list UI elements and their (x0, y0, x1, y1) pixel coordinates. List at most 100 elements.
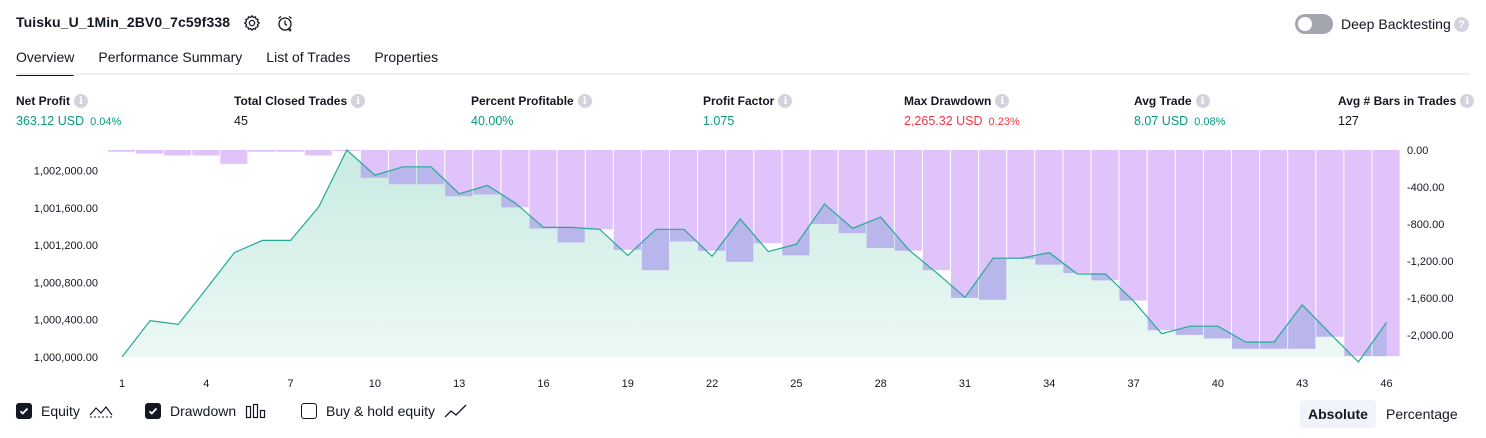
metric-percent: 0.08% (1194, 116, 1226, 128)
info-icon[interactable]: i (778, 94, 793, 108)
metric-percent: 0.23% (988, 116, 1020, 128)
y-axis-right-tick: 0.00 (1407, 145, 1428, 157)
metric-total-closed-trades: Total Closed Trades i 45 (234, 94, 366, 128)
drawdown-bar (192, 150, 220, 156)
y-axis-right-tick: -1,600.00 (1407, 293, 1453, 305)
equity-label: Equity (41, 403, 80, 419)
tab-properties[interactable]: Properties (374, 40, 438, 75)
x-axis-tick: 25 (790, 378, 802, 390)
drawdown-bar (698, 150, 726, 251)
x-axis-tick: 1 (119, 378, 125, 390)
metric-label: Total Closed Trades (234, 94, 348, 108)
metric-label: Max Drawdown (904, 94, 992, 108)
y-axis-right-tick: -800.00 (1407, 219, 1444, 231)
drawdown-bar (613, 150, 641, 250)
x-axis-tick: 4 (203, 378, 209, 390)
metric-percent-profitable: Percent Profitable i 40.00% (471, 94, 592, 128)
drawdown-bar (276, 150, 304, 152)
drawdown-bar (220, 150, 248, 164)
metric-label: Avg # Bars in Trades (1338, 94, 1457, 108)
metric-label: Profit Factor (703, 94, 775, 108)
drawdown-checkbox[interactable] (145, 403, 161, 419)
x-axis-tick: 7 (288, 378, 294, 390)
drawdown-bar (304, 150, 332, 156)
drawdown-bar (922, 150, 950, 271)
drawdown-bar (1091, 150, 1119, 281)
drawdown-bar (894, 150, 922, 251)
tabs-divider (16, 73, 1470, 75)
percentage-mode-button[interactable]: Percentage (1378, 400, 1466, 428)
absolute-mode-button[interactable]: Absolute (1300, 400, 1376, 428)
alarm-clock-icon[interactable] (275, 13, 295, 33)
drawdown-bar (529, 150, 557, 229)
y-axis-right-tick: -2,000.00 (1407, 330, 1453, 342)
x-axis-tick: 22 (706, 378, 718, 390)
y-axis-left-tick: 1,000,000.00 (34, 352, 98, 364)
deep-backtesting-toggle[interactable] (1295, 14, 1333, 34)
drawdown-bar (108, 150, 136, 152)
toggle-knob (1298, 17, 1312, 31)
info-icon[interactable]: i (995, 94, 1010, 108)
metric-avg-trade: Avg Trade i 8.07 USD 0.08% (1134, 94, 1225, 128)
drawdown-bar (1260, 150, 1288, 349)
buy-hold-line-icon (444, 404, 467, 418)
metric-avg-bars-in-trades: Avg # Bars in Trades i 127 (1338, 94, 1475, 128)
drawdown-bar (670, 150, 698, 242)
drawdown-bar (1063, 150, 1091, 273)
metric-value: 8.07 USD (1134, 114, 1189, 128)
info-icon[interactable]: i (1460, 94, 1475, 108)
drawdown-bar (1119, 150, 1147, 301)
tab-list-of-trades[interactable]: List of Trades (266, 40, 350, 75)
x-axis-tick: 31 (959, 378, 971, 390)
metric-value: 1.075 (703, 114, 735, 128)
metric-label: Percent Profitable (471, 94, 574, 108)
info-icon[interactable]: i (577, 94, 592, 108)
y-axis-left-tick: 1,001,600.00 (34, 203, 98, 215)
equity-line-icon (89, 406, 113, 418)
x-axis-tick: 43 (1296, 378, 1308, 390)
info-icon[interactable]: i (351, 94, 366, 108)
y-axis-left-tick: 1,001,200.00 (34, 240, 98, 252)
drawdown-bar (136, 150, 164, 154)
x-axis-tick: 16 (537, 378, 549, 390)
drawdown-bar (754, 150, 782, 244)
metric-max-drawdown: Max Drawdown i 2,265.32 USD 0.23% (904, 94, 1020, 128)
x-axis-tick: 28 (875, 378, 887, 390)
tab-overview[interactable]: Overview (16, 40, 75, 76)
tab-bar: Overview Performance Summary List of Tra… (16, 40, 438, 76)
y-axis-left-tick: 1,000,800.00 (34, 277, 98, 289)
x-axis-tick: 37 (1127, 378, 1139, 390)
legend-equity[interactable]: Equity (16, 403, 113, 419)
buy-hold-checkbox[interactable] (301, 403, 317, 419)
metric-profit-factor: Profit Factor i 1.075 (703, 94, 793, 128)
drawdown-bars-icon (246, 403, 266, 419)
drawdown-bar (1175, 150, 1203, 335)
metric-value: 363.12 USD (16, 114, 85, 128)
y-axis-left-tick: 1,002,000.00 (34, 166, 98, 178)
drawdown-bar (1316, 150, 1344, 337)
equity-drawdown-chart[interactable]: 1,000,000.00 1,000,400.00 1,000,800.00 1,00… (0, 140, 1486, 395)
legend-buy-hold-equity[interactable]: Buy & hold equity (301, 403, 468, 419)
tab-performance-summary[interactable]: Performance Summary (98, 40, 242, 75)
x-axis-tick: 10 (369, 378, 381, 390)
drawdown-bar (248, 150, 276, 152)
info-icon[interactable]: i (74, 94, 88, 108)
drawdown-bar (1344, 150, 1372, 357)
drawdown-bar (1007, 150, 1035, 259)
x-axis-tick: 19 (622, 378, 634, 390)
drawdown-bar (1232, 150, 1260, 349)
settings-gear-icon[interactable] (242, 13, 262, 33)
equity-checkbox[interactable] (16, 403, 32, 419)
buy-hold-label: Buy & hold equity (326, 403, 435, 419)
info-icon[interactable]: i (1195, 94, 1210, 108)
x-axis-tick: 46 (1380, 378, 1392, 390)
y-axis-right-tick: -1,200.00 (1407, 256, 1453, 268)
x-axis-tick: 34 (1043, 378, 1055, 390)
help-icon[interactable]: ? (1454, 17, 1469, 32)
legend-drawdown[interactable]: Drawdown (145, 403, 267, 419)
metric-value: 127 (1338, 114, 1359, 128)
drawdown-bar (951, 150, 979, 298)
metric-net-profit: Net Profit i 363.12 USD 0.04% (16, 94, 121, 128)
drawdown-bar (1035, 150, 1063, 265)
strategy-title: Tuisku_U_1Min_2BV0_7c59f338 (16, 14, 231, 30)
